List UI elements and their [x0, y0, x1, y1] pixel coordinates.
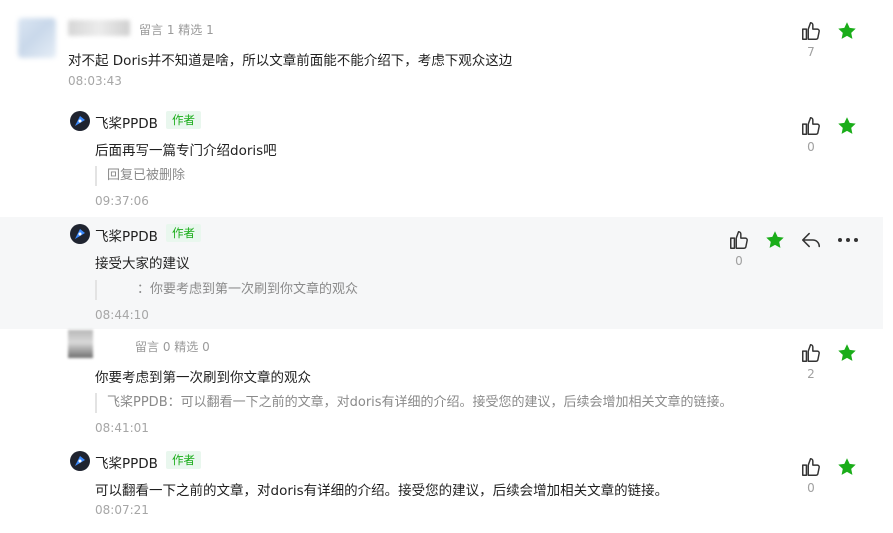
thumbs-up-icon[interactable] — [800, 342, 822, 364]
like-count: 0 — [735, 254, 743, 268]
comment-time: 08:03:43 — [68, 74, 122, 88]
comment-text: 后面再写一篇专门介绍doris吧 — [95, 143, 277, 159]
like-count: 0 — [807, 481, 815, 495]
comment-time: 08:41:01 — [95, 421, 149, 435]
avatar — [18, 18, 56, 58]
author-avatar — [70, 111, 90, 131]
ppdb-logo-icon — [75, 116, 85, 126]
star-icon[interactable] — [836, 342, 858, 364]
star-icon[interactable] — [764, 229, 786, 251]
star-icon[interactable] — [836, 456, 858, 478]
more-icon[interactable] — [836, 229, 860, 251]
thumbs-up-icon[interactable] — [800, 20, 822, 42]
author-badge: 作者 — [166, 451, 201, 469]
comment-time: 08:44:10 — [95, 308, 149, 322]
comment-text: 对不起 Doris并不知道是啥，所以文章前面能不能介绍下，考虑下观众这边 — [68, 53, 513, 69]
author-name[interactable]: 飞桨PPDB — [95, 112, 158, 132]
like-count: 2 — [807, 367, 815, 381]
like-count: 7 — [807, 45, 815, 59]
thumbs-up-icon[interactable] — [728, 229, 750, 251]
star-icon[interactable] — [836, 20, 858, 42]
reply-icon[interactable] — [800, 229, 822, 251]
comment-time: 09:37:06 — [95, 194, 149, 208]
username-blurred — [68, 20, 130, 36]
avatar — [68, 330, 93, 358]
thumbs-up-icon[interactable] — [800, 456, 822, 478]
comment-text: 接受大家的建议 — [95, 256, 190, 272]
ppdb-logo-icon — [75, 229, 85, 239]
thumbs-up-icon[interactable] — [800, 115, 822, 137]
author-name[interactable]: 飞桨PPDB — [95, 452, 158, 472]
author-badge: 作者 — [166, 111, 201, 129]
comment-text: 可以翻看一下之前的文章，对doris有详细的介绍。接受您的建议，后续会增加相关文… — [95, 483, 669, 499]
comment-stats: 留言 1 精选 1 — [139, 23, 214, 37]
comment-text: 你要考虑到第一次刷到你文章的观众 — [95, 370, 311, 386]
author-badge: 作者 — [166, 224, 201, 242]
like-count: 0 — [807, 140, 815, 154]
quoted-reply: 飞桨PPDB：可以翻看一下之前的文章，对doris有详细的介绍。接受您的建议，后… — [95, 393, 733, 413]
comment-time: 08:07:21 — [95, 503, 149, 517]
author-avatar — [70, 224, 90, 244]
ppdb-logo-icon — [75, 456, 85, 466]
quoted-reply: ：你要考虑到第一次刷到你文章的观众 — [95, 280, 358, 300]
author-name[interactable]: 飞桨PPDB — [95, 225, 158, 245]
star-icon[interactable] — [836, 115, 858, 137]
author-avatar — [70, 451, 90, 471]
quoted-reply: 回复已被删除 — [95, 166, 185, 186]
comment-stats: 留言 0 精选 0 — [135, 340, 210, 354]
